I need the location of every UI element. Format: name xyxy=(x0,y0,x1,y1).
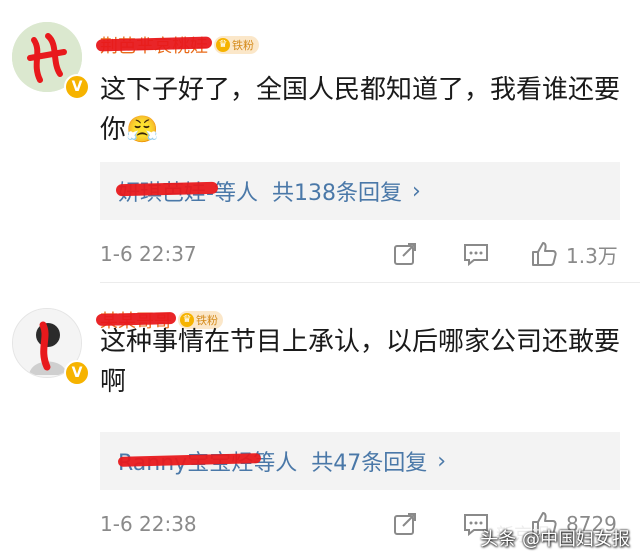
replies-preview[interactable]: Ranny宝宝烃等人 共47条回复 › xyxy=(100,432,620,490)
replies-preview[interactable]: 妍琪芭娃-等人 共138条回复 › xyxy=(100,162,620,220)
fan-badge: ♛ 铁粉 xyxy=(214,36,259,54)
source-watermark: 头条 @中国妇女报 xyxy=(480,529,630,550)
crown-icon: ♛ xyxy=(216,38,230,52)
avatar[interactable]: V xyxy=(12,22,90,100)
comment-text: 这下子好了，全国人民都知道了，我看谁还要你😤 xyxy=(100,70,620,150)
timestamp: 1-6 22:38 xyxy=(100,512,197,536)
reply-usernames: 妍琪芭娃-等人 xyxy=(115,175,258,207)
comment-item: V 荆芭芈哀桃娃 ♛ 铁粉 这下子好了，全国人民都知道了，我看谁还要你😤 妍琪芭… xyxy=(0,0,640,282)
username-row: 荆芭芈哀桃娃 ♛ 铁粉 xyxy=(95,32,259,58)
comment-body: 这下子好了，全国人民都知道了，我看谁还要你 xyxy=(100,75,621,145)
comment-text: 这种事情在节目上承认，以后哪家公司还敢要啊 xyxy=(100,322,620,402)
verified-v-icon: V xyxy=(64,360,90,386)
share-button[interactable] xyxy=(392,241,418,267)
comment-body: 这种事情在节目上承认，以后哪家公司还敢要啊 xyxy=(100,327,621,397)
comment-meta: 1-6 22:37 1.3万 xyxy=(100,236,630,272)
comment-button[interactable] xyxy=(462,241,490,267)
fan-badge-label: 铁粉 xyxy=(232,39,254,52)
share-icon xyxy=(394,243,416,265)
chevron-right-icon: › xyxy=(411,178,421,204)
like-button[interactable]: 1.3万 xyxy=(530,240,618,269)
username-link[interactable]: 荆芭芈哀桃娃 xyxy=(95,32,213,58)
reply-usernames: Ranny宝宝烃等人 xyxy=(117,445,297,477)
timestamp: 1-6 22:37 xyxy=(100,242,197,266)
reply-count: 共47条回复 xyxy=(311,451,428,476)
like-count: 1.3万 xyxy=(566,243,618,268)
like-icon xyxy=(532,242,557,266)
comment-icon xyxy=(464,244,488,267)
avatar[interactable]: V xyxy=(12,308,90,386)
comment-item: V 某某哥哥 ♛ 铁粉 这种事情在节目上承认，以后哪家公司还敢要啊 Ranny宝… xyxy=(0,282,640,559)
verified-v-icon: V xyxy=(64,74,90,100)
chevron-right-icon: › xyxy=(437,448,447,474)
reply-count: 共138条回复 xyxy=(271,181,402,206)
share-icon xyxy=(394,513,416,535)
angry-face-emoji: 😤 xyxy=(126,115,159,145)
share-button[interactable] xyxy=(392,511,418,537)
